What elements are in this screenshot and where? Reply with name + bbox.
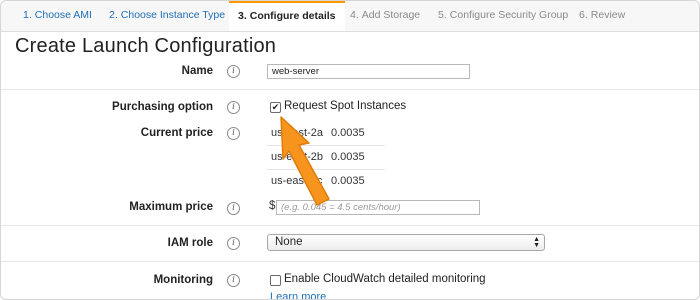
step-number: 3. <box>238 10 247 22</box>
current-price-label: Current price <box>140 127 213 139</box>
cloudwatch-monitoring-label[interactable]: Enable CloudWatch detailed monitoring <box>284 273 486 285</box>
section-divider <box>1 225 699 226</box>
section-divider <box>1 89 699 90</box>
cloudwatch-monitoring-checkbox[interactable] <box>270 275 281 286</box>
step-number: 2. <box>109 9 118 21</box>
step-label: Choose AMI <box>34 9 92 21</box>
monitoring-label: Monitoring <box>153 274 213 286</box>
step-review[interactable]: 6. Review <box>579 1 625 30</box>
step-label: Add Storage <box>361 9 421 21</box>
info-icon[interactable]: i <box>227 202 240 215</box>
info-icon[interactable]: i <box>227 101 240 114</box>
info-icon[interactable]: i <box>227 127 240 140</box>
annotation-arrow-icon <box>280 116 330 206</box>
name-label: Name <box>181 65 213 77</box>
info-icon[interactable]: i <box>227 65 240 78</box>
step-number: 4. <box>350 9 359 21</box>
step-number: 6. <box>579 9 588 21</box>
step-label: Choose Instance Type <box>120 9 226 21</box>
step-choose-instance-type[interactable]: 2. Choose Instance Type <box>109 1 225 30</box>
iam-role-selected-value: None <box>275 236 303 248</box>
info-icon[interactable]: i <box>227 274 240 287</box>
step-choose-ami[interactable]: 1. Choose AMI <box>23 1 92 30</box>
iam-role-label: IAM role <box>167 237 213 249</box>
section-divider <box>1 261 699 262</box>
step-label: Configure Security Group <box>449 9 569 21</box>
page-title: Create Launch Configuration <box>15 35 277 57</box>
step-number: 5. <box>438 9 447 21</box>
app-window: 1. Choose AMI 2. Choose Instance Type 3. Co… <box>0 0 700 300</box>
purchasing-option-label: Purchasing option <box>112 101 213 113</box>
step-number: 1. <box>23 9 32 21</box>
iam-role-select[interactable]: None ▲ ▼ <box>267 234 545 251</box>
select-arrows-icon: ▲ ▼ <box>533 236 540 249</box>
arrow-shape <box>280 116 330 206</box>
learn-more-link[interactable]: Learn more <box>270 291 326 299</box>
step-label: Review <box>590 9 626 21</box>
step-label: Configure details <box>249 10 336 22</box>
name-input[interactable] <box>267 64 470 79</box>
step-configure-details[interactable]: 3. Configure details <box>229 1 345 31</box>
info-icon[interactable]: i <box>227 237 240 250</box>
step-add-storage[interactable]: 4. Add Storage <box>350 1 420 30</box>
maximum-price-label: Maximum price <box>129 201 213 213</box>
spot-instances-label[interactable]: Request Spot Instances <box>284 100 406 112</box>
spot-instances-checkbox[interactable]: ✔ <box>270 102 281 113</box>
step-configure-security-group[interactable]: 5. Configure Security Group <box>438 1 568 30</box>
wizard-steps: 1. Choose AMI 2. Choose Instance Type 3. Co… <box>1 1 699 32</box>
